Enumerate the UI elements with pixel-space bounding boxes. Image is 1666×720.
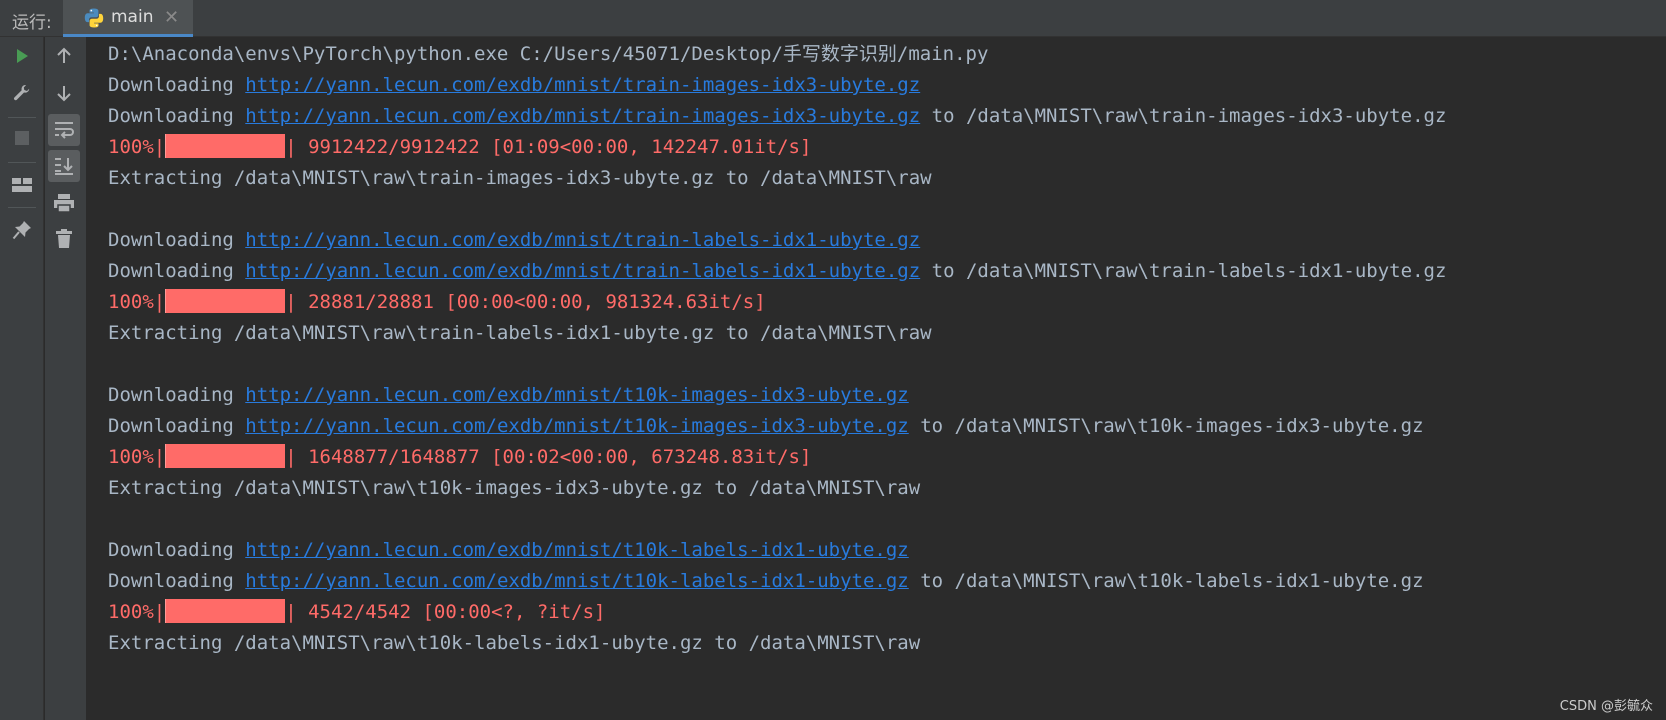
extract-line: Extracting /data\MNIST\raw\train-images-… <box>108 167 932 189</box>
run-toolbar-primary <box>0 37 44 720</box>
download-label: Downloading <box>108 539 246 561</box>
progress-bar <box>165 288 286 313</box>
download-line: Downloading http://yann.lecun.com/exdb/m… <box>108 534 909 567</box>
download-url-link[interactable]: http://yann.lecun.com/exdb/mnist/train-i… <box>245 105 920 127</box>
download-destination-line: Downloading http://yann.lecun.com/exdb/m… <box>108 565 1424 598</box>
progress-stats: | 4542/4542 [00:00<?, ?it/s] <box>285 601 606 623</box>
stop-button[interactable] <box>6 122 38 154</box>
tab-label: main <box>111 7 154 27</box>
run-toolbar-secondary <box>45 37 87 720</box>
extract-line: Extracting /data\MNIST\raw\t10k-images-i… <box>108 477 921 499</box>
download-line: Downloading http://yann.lecun.com/exdb/m… <box>108 224 920 257</box>
stop-icon <box>15 131 29 145</box>
progress-bar <box>165 133 286 158</box>
download-destination: to /data\MNIST\raw\t10k-images-idx3-ubyt… <box>908 415 1424 437</box>
download-label: Downloading <box>108 570 246 592</box>
download-label: Downloading <box>108 105 246 127</box>
progress-percent: 100%| <box>108 291 166 313</box>
download-label: Downloading <box>108 74 246 96</box>
wrench-icon <box>14 85 30 101</box>
progress-stats: | 1648877/1648877 [00:02<00:00, 673248.8… <box>285 446 812 468</box>
next-occurrence-button[interactable] <box>48 77 80 109</box>
python-icon <box>84 8 104 28</box>
soft-wrap-icon <box>55 122 74 139</box>
clear-all-button[interactable] <box>48 223 80 255</box>
download-line: Downloading http://yann.lecun.com/exdb/m… <box>108 69 920 102</box>
download-line: Downloading http://yann.lecun.com/exdb/m… <box>108 379 909 412</box>
console-output[interactable]: D:\Anaconda\envs\PyTorch\python.exe C:/U… <box>108 38 1658 720</box>
download-url-link[interactable]: http://yann.lecun.com/exdb/mnist/t10k-la… <box>245 570 908 592</box>
previous-occurrence-button[interactable] <box>48 40 80 72</box>
extract-line: Extracting /data\MNIST\raw\t10k-labels-i… <box>108 632 921 654</box>
progress-percent: 100%| <box>108 136 166 158</box>
progress-stats: | 9912422/9912422 [01:09<00:00, 142247.0… <box>285 136 812 158</box>
restore-layout-button[interactable] <box>6 169 38 201</box>
trash-icon <box>56 229 72 248</box>
download-label: Downloading <box>108 415 246 437</box>
progress-percent: 100%| <box>108 446 166 468</box>
print-icon <box>54 194 74 213</box>
tab-main[interactable]: main ✕ <box>63 0 193 37</box>
download-destination-line: Downloading http://yann.lecun.com/exdb/m… <box>108 100 1446 133</box>
arrow-up-icon <box>57 47 71 63</box>
progress-line: 100%| | 4542/4542 [00:00<?, ?it/s] <box>108 596 606 629</box>
layout-icon <box>12 178 32 192</box>
soft-wrap-button[interactable] <box>48 114 80 146</box>
extract-line: Extracting /data\MNIST\raw\train-labels-… <box>108 322 932 344</box>
download-label: Downloading <box>108 260 246 282</box>
run-icon <box>17 49 28 63</box>
pin-tab-button[interactable] <box>6 214 38 246</box>
run-tool-window-header: 运行: main ✕ <box>0 0 1666 37</box>
print-button[interactable] <box>48 187 80 219</box>
progress-bar <box>165 443 286 468</box>
command-line: D:\Anaconda\envs\PyTorch\python.exe C:/U… <box>108 43 989 65</box>
download-url-link[interactable]: http://yann.lecun.com/exdb/mnist/t10k-im… <box>245 384 908 406</box>
download-destination: to /data\MNIST\raw\train-labels-idx1-uby… <box>920 260 1447 282</box>
download-destination: to /data\MNIST\raw\train-images-idx3-uby… <box>920 105 1447 127</box>
download-destination: to /data\MNIST\raw\t10k-labels-idx1-ubyt… <box>908 570 1424 592</box>
rerun-button[interactable] <box>6 40 38 72</box>
progress-stats: | 28881/28881 [00:00<00:00, 981324.63it/… <box>285 291 766 313</box>
watermark: CSDN @彭毓众 <box>1559 699 1653 714</box>
close-icon[interactable]: ✕ <box>164 7 179 28</box>
run-tool-window: 运行: main ✕ D:\Anaconda\envs\PyTorch\pyth… <box>0 0 1666 720</box>
progress-percent: 100%| <box>108 601 166 623</box>
download-url-link[interactable]: http://yann.lecun.com/exdb/mnist/t10k-im… <box>245 415 908 437</box>
download-url-link[interactable]: http://yann.lecun.com/exdb/mnist/train-l… <box>245 260 920 282</box>
scroll-to-end-button[interactable] <box>48 150 80 182</box>
progress-bar <box>165 598 286 623</box>
progress-line: 100%| | 28881/28881 [00:00<00:00, 981324.… <box>108 286 766 319</box>
download-label: Downloading <box>108 229 246 251</box>
pin-icon <box>12 221 31 240</box>
download-url-link[interactable]: http://yann.lecun.com/exdb/mnist/train-i… <box>245 74 920 96</box>
run-label: 运行: <box>12 13 52 33</box>
arrow-down-icon <box>57 86 71 102</box>
edit-configuration-button[interactable] <box>6 77 38 109</box>
progress-line: 100%| | 9912422/9912422 [01:09<00:00, 142… <box>108 131 811 164</box>
download-url-link[interactable]: http://yann.lecun.com/exdb/mnist/train-l… <box>245 229 920 251</box>
download-url-link[interactable]: http://yann.lecun.com/exdb/mnist/t10k-la… <box>245 539 908 561</box>
scroll-to-end-icon <box>55 158 73 175</box>
download-destination-line: Downloading http://yann.lecun.com/exdb/m… <box>108 410 1424 443</box>
progress-line: 100%| | 1648877/1648877 [00:02<00:00, 673… <box>108 441 811 474</box>
download-destination-line: Downloading http://yann.lecun.com/exdb/m… <box>108 255 1446 288</box>
download-label: Downloading <box>108 384 246 406</box>
